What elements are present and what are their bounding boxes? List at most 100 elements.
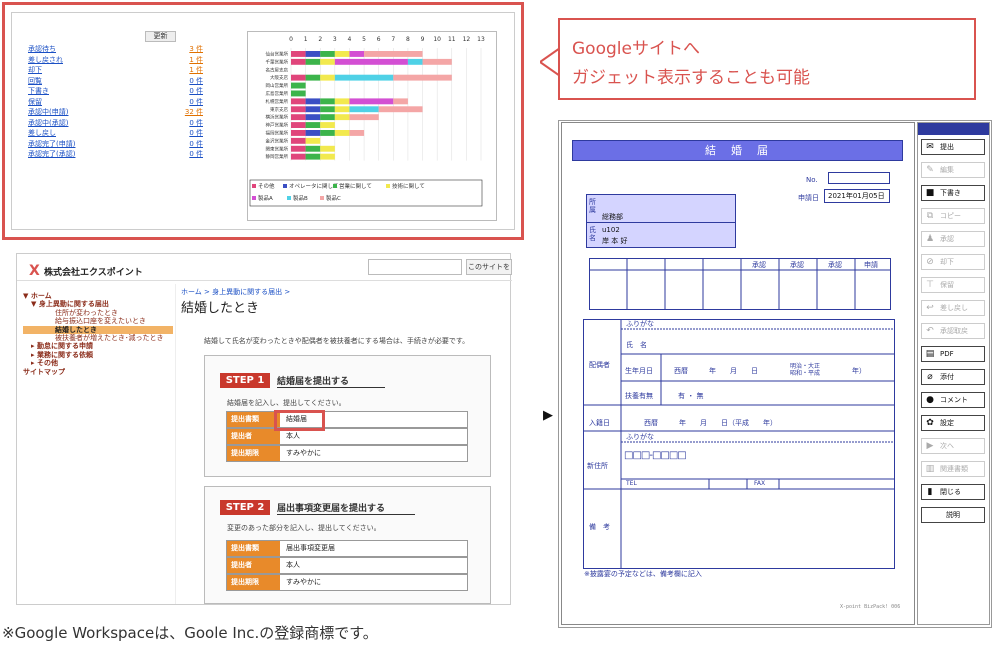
pdf-button[interactable]: ▤ PDF	[921, 346, 985, 362]
status-label[interactable]: 承認完了(承認)	[28, 150, 75, 158]
apply-label: 申請	[864, 261, 878, 269]
sidebar-item[interactable]: ▸ 勤怠に関する申請	[23, 342, 173, 350]
header-divider	[17, 280, 512, 281]
approval-label-2: 承認	[790, 261, 804, 269]
status-count[interactable]: 0 件	[189, 139, 203, 149]
new-address-label: 新住所	[587, 462, 608, 470]
status-count[interactable]: 0 件	[189, 128, 203, 138]
related-docs-button[interactable]: ▥ 関連書類	[921, 461, 985, 477]
status-count[interactable]: 32 件	[185, 107, 203, 117]
status-count[interactable]: 0 件	[189, 149, 203, 159]
chart-panel: 0 1 2 3 4 5 6 7 8 9 10 11 12 13 仙台営業所 千葉営業所 名古屋支店 大阪支店 岡山営…	[247, 31, 497, 221]
date-field[interactable]: 2021年01月05日	[824, 189, 890, 203]
status-row[interactable]: 差し戻され 1 件	[28, 55, 203, 65]
sidebar-item[interactable]: ▸ 業務に関する依頼	[23, 351, 173, 359]
sidebar-item[interactable]: 給与振込口座を変えたいとき	[23, 317, 173, 325]
status-count[interactable]: 3 件	[189, 44, 203, 54]
requirement-row: 提出期限 すみやかに	[226, 574, 468, 591]
sidebar-item[interactable]: ▼ 身上異動に関する届出	[23, 300, 173, 308]
bar-segment	[305, 122, 321, 128]
status-label[interactable]: 承認待ち	[28, 45, 56, 53]
status-count[interactable]: 0 件	[189, 118, 203, 128]
bar-segment	[291, 58, 306, 65]
step1-card: STEP 1 結婚届を提出する 結婚届を記入し、提出してください。 提出書類 結婚…	[204, 355, 491, 477]
birth-value: 西暦 年 月 日	[674, 367, 758, 375]
legend-label: 製品B	[293, 194, 308, 202]
sidebar-item[interactable]: 住所が変わったとき	[23, 309, 173, 317]
submit-button[interactable]: ✉ 提出	[921, 139, 985, 155]
bar-segment	[320, 153, 335, 160]
category-label: 福岡営業所	[266, 130, 289, 137]
status-label[interactable]: 承認完了(申請)	[28, 140, 75, 148]
status-row[interactable]: 差し戻し 0 件	[28, 128, 203, 138]
status-row[interactable]: 却下 1 件	[28, 65, 203, 75]
draft-button[interactable]: ■ 下書き	[921, 185, 985, 201]
status-row[interactable]: 承認待ち 3 件	[28, 44, 203, 54]
site-search-input[interactable]	[368, 259, 462, 275]
withdraw-button[interactable]: ↶ 承認取戻	[921, 323, 985, 339]
status-count[interactable]: 0 件	[189, 97, 203, 107]
toolbar-label: 閉じる	[940, 488, 961, 496]
status-row[interactable]: 承認中(承認) 0 件	[28, 118, 203, 128]
sidebar-item[interactable]: サイトマップ	[23, 368, 173, 376]
status-label[interactable]: 差し戻され	[28, 56, 63, 64]
status-label[interactable]: 却下	[28, 66, 42, 74]
status-row[interactable]: 承認完了(承認) 0 件	[28, 149, 203, 159]
status-row[interactable]: 承認中(申請) 32 件	[28, 107, 203, 117]
callout-line-2: ガジェット表示することも可能	[572, 68, 810, 88]
bar-segment	[349, 98, 394, 105]
dependent-value[interactable]: 有 ・ 無	[678, 391, 703, 401]
toolbar-icon: ▥	[925, 464, 935, 474]
sidebar-item[interactable]: ▸ その他	[23, 359, 173, 367]
next-button[interactable]: ▶ 次へ	[921, 438, 985, 454]
toolbar-label: 差し戻し	[940, 304, 968, 312]
bar-segment	[291, 122, 306, 128]
status-row[interactable]: 回覧 0 件	[28, 76, 203, 86]
site-search-button[interactable]: このサイトを	[466, 259, 512, 275]
edit-button[interactable]: ✎ 編集	[921, 162, 985, 178]
status-label[interactable]: 承認中(申請)	[28, 108, 68, 116]
status-label[interactable]: 下書き	[28, 87, 49, 95]
bar-segment	[334, 74, 394, 81]
hold-button[interactable]: ⊤ 保留	[921, 277, 985, 293]
bar-segment	[291, 98, 306, 105]
comment-button[interactable]: ● コメント	[921, 392, 985, 408]
bar-segment	[320, 106, 335, 113]
reject-button[interactable]: ⊘ 却下	[921, 254, 985, 270]
legend-swatch	[333, 184, 337, 188]
status-label[interactable]: 保留	[28, 98, 42, 106]
settings-button[interactable]: ✿ 設定	[921, 415, 985, 431]
copy-button[interactable]: ⧉ コピー	[921, 208, 985, 224]
stacked-bar-chart: 0 1 2 3 4 5 6 7 8 9 10 11 12 13仙台営業所千葉営業所名古屋支店大阪支店岡山営…	[249, 36, 485, 207]
status-row[interactable]: 下書き 0 件	[28, 86, 203, 96]
status-count[interactable]: 1 件	[189, 65, 203, 75]
status-row[interactable]: 保留 0 件	[28, 97, 203, 107]
toolbar-label: 承認取戻	[940, 327, 968, 335]
close-button[interactable]: ▮ 閉じる	[921, 484, 985, 500]
update-button[interactable]: 更新	[145, 31, 176, 42]
portal-sidebar: ▼ ホーム ▼ 身上異動に関する届出 住所が変わったとき 給与振込口座を変えたいとき結…	[23, 292, 173, 376]
send-back-button[interactable]: ↩ 差し戻し	[921, 300, 985, 316]
category-label: 大阪支店	[270, 74, 288, 81]
legend-label: その他	[258, 182, 275, 190]
status-label[interactable]: 回覧	[28, 77, 42, 85]
postal-code-field[interactable]: □□□-□□□□	[624, 450, 687, 461]
status-row[interactable]: 承認完了(申請) 0 件	[28, 139, 203, 149]
toolbar-label: 保留	[940, 281, 954, 289]
attach-button[interactable]: ⌀ 添付	[921, 369, 985, 385]
status-count[interactable]: 0 件	[189, 76, 203, 86]
approve-button[interactable]: ♟ 承認	[921, 231, 985, 247]
status-label[interactable]: 承認中(承認)	[28, 119, 68, 127]
sidebar-item[interactable]: 結婚したとき	[23, 325, 173, 334]
status-count[interactable]: 0 件	[189, 86, 203, 96]
x-tick-label: 5	[362, 36, 366, 43]
callout-box: Googleサイトへ ガジェット表示することも可能	[558, 18, 976, 100]
fax-label: FAX	[754, 480, 766, 487]
help-button[interactable]: 説明	[921, 507, 985, 523]
no-field[interactable]	[828, 172, 890, 184]
sidebar-divider	[175, 284, 176, 604]
breadcrumb[interactable]: ホーム > 身上異動に関する届出 >	[181, 287, 290, 297]
status-count[interactable]: 1 件	[189, 55, 203, 65]
status-label[interactable]: 差し戻し	[28, 129, 56, 137]
toolbar-label: 下書き	[940, 189, 961, 197]
